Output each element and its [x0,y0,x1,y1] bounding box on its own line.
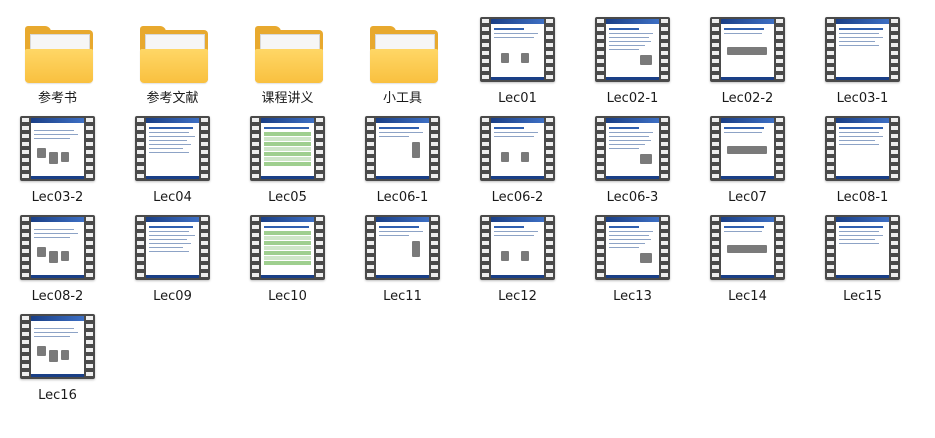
folder-item-1[interactable]: 参考文献 [115,12,230,114]
folder-item-0[interactable]: 参考书 [0,12,115,114]
video-file-icon [345,210,460,286]
video-file-icon [575,210,690,286]
file-label: 参考文献 [146,91,199,106]
file-label: Lec05 [268,190,307,205]
file-label: Lec12 [498,289,537,304]
file-label: Lec15 [843,289,882,304]
video-file-lec15[interactable]: Lec15 [805,210,920,312]
file-label: Lec10 [268,289,307,304]
video-file-icon [575,111,690,187]
file-label: Lec16 [38,388,77,403]
folder-item-2[interactable]: 课程讲义 [230,12,345,114]
video-file-lec13[interactable]: Lec13 [575,210,690,312]
video-file-lec08-1[interactable]: Lec08-1 [805,111,920,213]
file-label: Lec06-3 [606,190,659,205]
file-label: Lec08-2 [31,289,84,304]
video-file-lec10[interactable]: Lec10 [230,210,345,312]
file-label: Lec13 [613,289,652,304]
video-file-icon [115,111,230,187]
video-file-icon [805,12,920,88]
file-label: 课程讲义 [261,91,314,106]
file-label: 参考书 [37,91,77,106]
file-label: Lec03-2 [31,190,84,205]
video-file-lec08-2[interactable]: Lec08-2 [0,210,115,312]
file-label: 小工具 [382,91,422,106]
video-file-lec11[interactable]: Lec11 [345,210,460,312]
video-file-icon [0,111,115,187]
file-label: Lec08-1 [836,190,889,205]
video-file-icon [0,309,115,385]
file-label: Lec14 [728,289,767,304]
video-file-lec04[interactable]: Lec04 [115,111,230,213]
file-label: Lec02-2 [721,91,774,106]
video-file-icon [230,111,345,187]
video-file-icon [690,111,805,187]
video-file-lec06-1[interactable]: Lec06-1 [345,111,460,213]
file-label: Lec06-2 [491,190,544,205]
video-file-lec05[interactable]: Lec05 [230,111,345,213]
video-file-lec14[interactable]: Lec14 [690,210,805,312]
video-file-lec03-2[interactable]: Lec03-2 [0,111,115,213]
folder-item-3[interactable]: 小工具 [345,12,460,114]
video-file-icon [690,12,805,88]
video-file-lec12[interactable]: Lec12 [460,210,575,312]
file-grid: 参考书 参考文献 课程讲义 小工具 Lec01 Lec02-1 Lec02-2 Lec03-1… [0,0,935,438]
video-file-icon [0,210,115,286]
video-file-lec02-1[interactable]: Lec02-1 [575,12,690,114]
video-file-icon [115,210,230,286]
video-file-icon [575,12,690,88]
video-file-lec02-2[interactable]: Lec02-2 [690,12,805,114]
folder-icon [230,12,345,88]
video-file-lec09[interactable]: Lec09 [115,210,230,312]
folder-icon [0,12,115,88]
file-label: Lec03-1 [836,91,889,106]
video-file-icon [805,210,920,286]
video-file-icon [345,111,460,187]
video-file-lec06-3[interactable]: Lec06-3 [575,111,690,213]
file-label: Lec09 [153,289,192,304]
folder-icon [115,12,230,88]
video-file-icon [690,210,805,286]
video-file-lec01[interactable]: Lec01 [460,12,575,114]
video-file-icon [805,111,920,187]
file-label: Lec01 [498,91,537,106]
file-label: Lec02-1 [606,91,659,106]
file-label: Lec04 [153,190,192,205]
video-file-lec07[interactable]: Lec07 [690,111,805,213]
video-file-icon [460,12,575,88]
video-file-icon [460,210,575,286]
file-label: Lec06-1 [376,190,429,205]
folder-icon [345,12,460,88]
video-file-lec06-2[interactable]: Lec06-2 [460,111,575,213]
file-label: Lec07 [728,190,767,205]
video-file-lec03-1[interactable]: Lec03-1 [805,12,920,114]
video-file-lec16[interactable]: Lec16 [0,309,115,411]
file-label: Lec11 [383,289,422,304]
video-file-icon [230,210,345,286]
video-file-icon [460,111,575,187]
